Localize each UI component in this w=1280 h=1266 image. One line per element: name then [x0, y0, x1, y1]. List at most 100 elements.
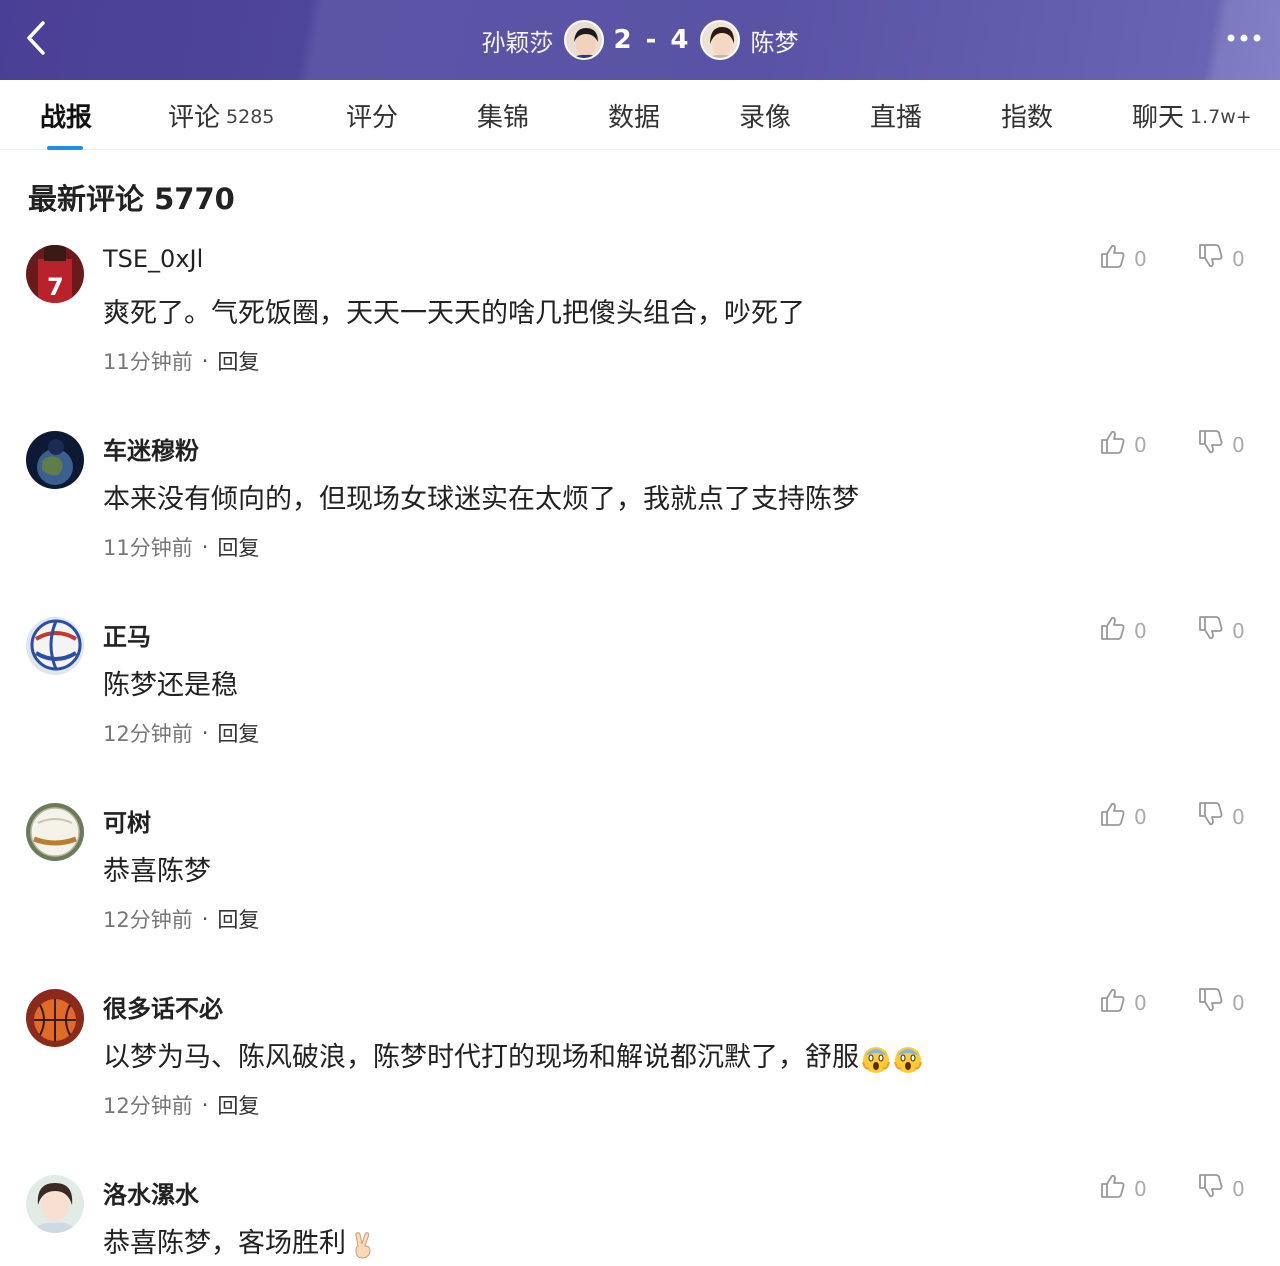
comment-text: 以梦为马、陈风破浪，陈梦时代打的现场和解说都沉默了，舒服	[103, 1042, 859, 1073]
separator-dot: ·	[201, 907, 209, 931]
like-button[interactable]: 0	[1100, 801, 1147, 832]
like-button[interactable]: 0	[1100, 987, 1147, 1018]
reply-link[interactable]: 回复	[217, 1090, 259, 1120]
username[interactable]: 正马	[103, 617, 151, 652]
comment-text: 爽死了。气死饭圈，天天一天天的啥几把傻头组合，吵死了	[103, 298, 805, 329]
comment-text: 恭喜陈梦，客场胜利	[103, 1228, 346, 1259]
comment-item: 可树 0 0 恭喜陈梦 12分钟前 · 回复	[0, 801, 1280, 987]
reply-link[interactable]: 回复	[217, 346, 259, 376]
dislike-button[interactable]: 0	[1198, 1173, 1245, 1204]
active-tab-indicator	[47, 146, 83, 150]
tab-replay[interactable]: 录像	[739, 80, 791, 150]
scoreboard: 孙颖莎 2 - 4 陈梦	[0, 0, 1280, 80]
dislike-count: 0	[1232, 432, 1245, 457]
avatar[interactable]: 7	[26, 245, 84, 303]
tab-label: 数据	[608, 102, 661, 133]
comment-text: 陈梦还是稳	[103, 670, 238, 701]
thumbs-down-icon	[1198, 1173, 1224, 1204]
tab-count: 1.7w+	[1190, 106, 1252, 128]
tab-comments[interactable]: 评论 5285	[168, 80, 274, 150]
like-button[interactable]: 0	[1100, 243, 1147, 274]
tab-ratings[interactable]: 评分	[346, 80, 398, 150]
tab-label: 录像	[739, 102, 792, 133]
avatar[interactable]	[26, 617, 84, 675]
comment-time: 11分钟前	[103, 350, 193, 374]
match-header: 孙颖莎 2 - 4 陈梦	[0, 0, 1280, 80]
separator-dot: ·	[201, 535, 209, 559]
comment-time: 12分钟前	[103, 722, 193, 746]
score-separator: -	[645, 25, 659, 55]
player-right-name[interactable]: 陈梦	[750, 23, 798, 58]
username[interactable]: 车迷穆粉	[103, 431, 199, 466]
dislike-button[interactable]: 0	[1198, 987, 1245, 1018]
dislike-count: 0	[1232, 1176, 1245, 1201]
tab-label: 直播	[870, 102, 923, 133]
reply-link[interactable]: 回复	[217, 718, 259, 748]
username[interactable]: 洛水漯水	[103, 1175, 199, 1210]
avatar[interactable]	[26, 1175, 84, 1233]
tab-chat[interactable]: 聊天 1.7w+	[1132, 80, 1252, 150]
username[interactable]: 很多话不必	[103, 989, 223, 1024]
player-right-avatar[interactable]	[700, 20, 741, 60]
score-right: 4	[670, 25, 691, 55]
dislike-count: 0	[1232, 990, 1245, 1015]
tab-count: 5285	[226, 106, 275, 128]
reply-link[interactable]: 回复	[217, 904, 259, 934]
like-count: 0	[1134, 804, 1147, 829]
dislike-button[interactable]: 0	[1198, 243, 1245, 274]
thumbs-up-icon	[1100, 429, 1126, 460]
comment-time: 12分钟前	[103, 908, 193, 932]
tab-live[interactable]: 直播	[870, 80, 922, 150]
player-left-name[interactable]: 孙颖莎	[482, 23, 554, 58]
thumbs-down-icon	[1198, 801, 1224, 832]
dislike-count: 0	[1232, 804, 1245, 829]
like-count: 0	[1134, 1176, 1147, 1201]
comment-meta: 12分钟前 · 回复	[103, 904, 259, 934]
dislike-button[interactable]: 0	[1198, 429, 1245, 460]
more-options-icon[interactable]	[1222, 18, 1266, 58]
comment-item: 很多话不必 0 0 以梦为马、陈风破浪，陈梦时代打的现场和解说都沉默了，舒服 1…	[0, 987, 1280, 1173]
dislike-button[interactable]: 0	[1198, 801, 1245, 832]
like-button[interactable]: 0	[1100, 1173, 1147, 1204]
comment-item: 正马 0 0 陈梦还是稳 12分钟前 · 回复	[0, 615, 1280, 801]
comment-item: 7 TSE_0xJl 0 0 爽死了。气死饭圈，天天一天天的啥几把傻头组合，吵死…	[0, 243, 1280, 429]
thumbs-up-icon	[1100, 801, 1126, 832]
score-left: 2	[613, 25, 634, 55]
dislike-count: 0	[1232, 618, 1245, 643]
comment-meta: 11分钟前 · 回复	[103, 346, 259, 376]
player-left-avatar[interactable]	[563, 20, 604, 60]
like-count: 0	[1134, 990, 1147, 1015]
tab-highlights[interactable]: 集锦	[477, 80, 529, 150]
dislike-button[interactable]: 0	[1198, 615, 1245, 646]
separator-dot: ·	[201, 1093, 209, 1117]
thumbs-down-icon	[1198, 987, 1224, 1018]
comment-item: 车迷穆粉 0 0 本来没有倾向的，但现场女球迷实在太烦了，我就点了支持陈梦 11…	[0, 429, 1280, 615]
comment-meta: 12分钟前 · 回复	[103, 718, 259, 748]
thumbs-up-icon	[1100, 615, 1126, 646]
latest-comments-title: 最新评论 5770	[28, 182, 235, 216]
username[interactable]: 可树	[103, 803, 151, 838]
comment-text-row: 以梦为马、陈风破浪，陈梦时代打的现场和解说都沉默了，舒服	[103, 1035, 923, 1074]
avatar[interactable]	[26, 431, 84, 489]
like-button[interactable]: 0	[1100, 615, 1147, 646]
like-button[interactable]: 0	[1100, 429, 1147, 460]
tab-odds[interactable]: 指数	[1001, 80, 1053, 150]
reply-link[interactable]: 回复	[217, 532, 259, 562]
avatar[interactable]	[26, 989, 84, 1047]
thumbs-down-icon	[1198, 243, 1224, 274]
comment-text: 本来没有倾向的，但现场女球迷实在太烦了，我就点了支持陈梦	[103, 484, 859, 515]
comment-text: 恭喜陈梦	[103, 856, 211, 887]
thumbs-up-icon	[1100, 1173, 1126, 1204]
avatar[interactable]	[26, 803, 84, 861]
thumbs-down-icon	[1198, 615, 1224, 646]
thumbs-up-icon	[1100, 243, 1126, 274]
tab-stats[interactable]: 数据	[608, 80, 660, 150]
tab-label: 指数	[1001, 102, 1054, 133]
dislike-count: 0	[1232, 246, 1245, 271]
thumbs-down-icon	[1198, 429, 1224, 460]
tab-label: 评分	[346, 102, 399, 133]
separator-dot: ·	[201, 721, 209, 745]
tab-report[interactable]: 战报	[40, 80, 92, 150]
username[interactable]: TSE_0xJl	[103, 245, 203, 273]
screaming-face-emoji-icon	[893, 1044, 923, 1074]
